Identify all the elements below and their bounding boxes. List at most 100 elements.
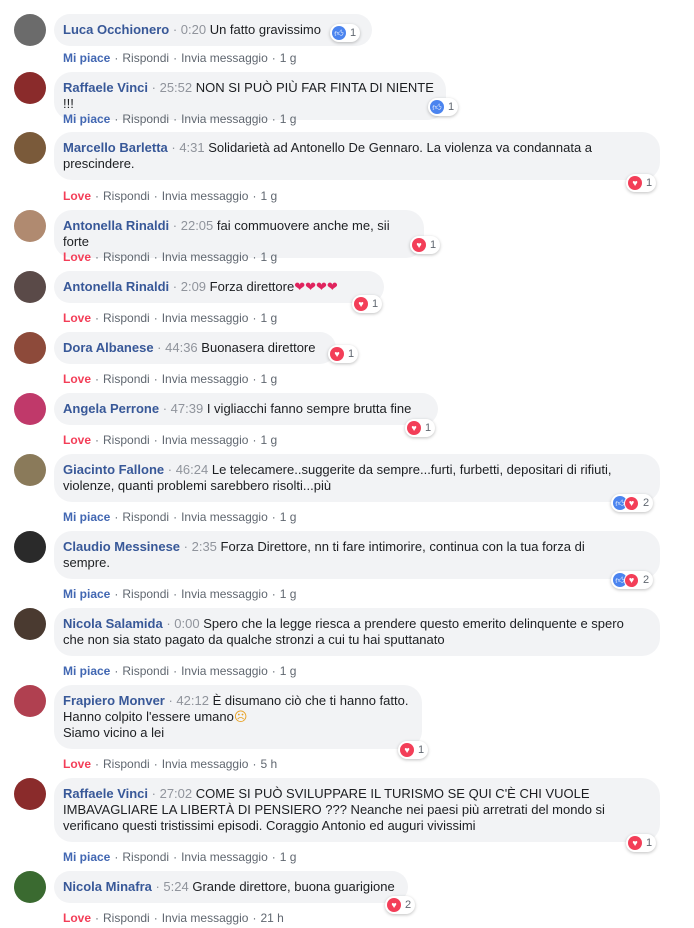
- comment-author[interactable]: Nicola Salamida: [63, 616, 163, 631]
- comment-timestamp[interactable]: 22:05: [181, 218, 214, 233]
- reaction-summary[interactable]: ♥ 2: [385, 896, 416, 914]
- avatar[interactable]: [14, 14, 46, 46]
- comment-timestamp[interactable]: 42:12: [176, 693, 209, 708]
- comment-timestamp[interactable]: 2:35: [192, 539, 217, 554]
- comment-age[interactable]: 1 g: [280, 112, 297, 126]
- reaction-summary[interactable]: ♥ 1: [352, 295, 383, 313]
- love-button[interactable]: Love: [63, 311, 91, 325]
- comment-age[interactable]: 1 g: [260, 433, 277, 447]
- avatar[interactable]: [14, 393, 46, 425]
- like-button[interactable]: Mi piace: [63, 112, 110, 126]
- send-message-button[interactable]: Invia messaggio: [162, 911, 249, 925]
- love-button[interactable]: Love: [63, 757, 91, 771]
- comment-author[interactable]: Nicola Minafra: [63, 879, 152, 894]
- reaction-summary[interactable]: ♥ 1: [626, 834, 657, 852]
- love-button[interactable]: Love: [63, 189, 91, 203]
- send-message-button[interactable]: Invia messaggio: [181, 510, 268, 524]
- reply-button[interactable]: Rispondi: [103, 911, 150, 925]
- send-message-button[interactable]: Invia messaggio: [181, 51, 268, 65]
- comment-age[interactable]: 1 g: [260, 372, 277, 386]
- send-message-button[interactable]: Invia messaggio: [162, 372, 249, 386]
- reply-button[interactable]: Rispondi: [122, 112, 169, 126]
- reaction-summary[interactable]: 👍︎ 1: [428, 98, 459, 116]
- comment-age[interactable]: 21 h: [260, 911, 283, 925]
- avatar[interactable]: [14, 271, 46, 303]
- avatar[interactable]: [14, 210, 46, 242]
- comment-timestamp[interactable]: 47:39: [171, 401, 204, 416]
- comment-author[interactable]: Claudio Messinese: [63, 539, 180, 554]
- reaction-summary[interactable]: ♥ 1: [328, 345, 359, 363]
- comment-author[interactable]: Raffaele Vinci: [63, 786, 148, 801]
- comment-age[interactable]: 1 g: [260, 250, 277, 264]
- comment-timestamp[interactable]: 44:36: [165, 340, 198, 355]
- reply-button[interactable]: Rispondi: [122, 664, 169, 678]
- comment-author[interactable]: Frapiero Monver: [63, 693, 165, 708]
- comment-timestamp[interactable]: 27:02: [160, 786, 193, 801]
- love-button[interactable]: Love: [63, 250, 91, 264]
- avatar[interactable]: [14, 72, 46, 104]
- love-button[interactable]: Love: [63, 433, 91, 447]
- reaction-summary[interactable]: ♥ 1: [405, 419, 436, 437]
- send-message-button[interactable]: Invia messaggio: [162, 311, 249, 325]
- comment-age[interactable]: 1 g: [260, 311, 277, 325]
- reply-button[interactable]: Rispondi: [103, 311, 150, 325]
- send-message-button[interactable]: Invia messaggio: [181, 112, 268, 126]
- comment-timestamp[interactable]: 46:24: [176, 462, 209, 477]
- send-message-button[interactable]: Invia messaggio: [181, 587, 268, 601]
- send-message-button[interactable]: Invia messaggio: [181, 664, 268, 678]
- comment-timestamp[interactable]: 5:24: [163, 879, 188, 894]
- reply-button[interactable]: Rispondi: [122, 510, 169, 524]
- like-button[interactable]: Mi piace: [63, 664, 110, 678]
- comment-timestamp[interactable]: 0:20: [181, 22, 206, 37]
- reply-button[interactable]: Rispondi: [122, 51, 169, 65]
- comment-age[interactable]: 1 g: [280, 664, 297, 678]
- reaction-summary[interactable]: ♥ 1: [626, 174, 657, 192]
- like-button[interactable]: Mi piace: [63, 587, 110, 601]
- send-message-button[interactable]: Invia messaggio: [162, 757, 249, 771]
- like-button[interactable]: Mi piace: [63, 51, 110, 65]
- comment-author[interactable]: Giacinto Fallone: [63, 462, 164, 477]
- reaction-summary[interactable]: 👍︎ 1: [330, 24, 361, 42]
- comment-timestamp[interactable]: 2:09: [181, 279, 206, 294]
- avatar[interactable]: [14, 454, 46, 486]
- like-button[interactable]: Mi piace: [63, 510, 110, 524]
- comment-timestamp[interactable]: 4:31: [179, 140, 204, 155]
- comment-author[interactable]: Marcello Barletta: [63, 140, 168, 155]
- reply-button[interactable]: Rispondi: [122, 850, 169, 864]
- avatar[interactable]: [14, 132, 46, 164]
- comment-author[interactable]: Raffaele Vinci: [63, 80, 148, 95]
- send-message-button[interactable]: Invia messaggio: [181, 850, 268, 864]
- reaction-summary[interactable]: ♥ 1: [398, 741, 429, 759]
- comment-timestamp[interactable]: 0:00: [174, 616, 199, 631]
- comment-author[interactable]: Dora Albanese: [63, 340, 154, 355]
- love-button[interactable]: Love: [63, 372, 91, 386]
- avatar[interactable]: [14, 871, 46, 903]
- avatar[interactable]: [14, 531, 46, 563]
- comment-age[interactable]: 1 g: [280, 510, 297, 524]
- love-button[interactable]: Love: [63, 911, 91, 925]
- comment-age[interactable]: 1 g: [280, 587, 297, 601]
- comment-author[interactable]: Angela Perrone: [63, 401, 159, 416]
- send-message-button[interactable]: Invia messaggio: [162, 433, 249, 447]
- reply-button[interactable]: Rispondi: [103, 757, 150, 771]
- comment-author[interactable]: Antonella Rinaldi: [63, 279, 169, 294]
- comment-age[interactable]: 1 g: [280, 850, 297, 864]
- avatar[interactable]: [14, 778, 46, 810]
- comment-age[interactable]: 1 g: [260, 189, 277, 203]
- avatar[interactable]: [14, 332, 46, 364]
- comment-age[interactable]: 5 h: [260, 757, 277, 771]
- reaction-summary[interactable]: ♥ 1: [410, 236, 441, 254]
- reply-button[interactable]: Rispondi: [103, 433, 150, 447]
- reply-button[interactable]: Rispondi: [103, 250, 150, 264]
- like-button[interactable]: Mi piace: [63, 850, 110, 864]
- reply-button[interactable]: Rispondi: [122, 587, 169, 601]
- avatar[interactable]: [14, 608, 46, 640]
- reaction-summary[interactable]: 👍︎ ♥ 2: [611, 571, 654, 589]
- reaction-summary[interactable]: 👍︎ ♥ 2: [611, 494, 654, 512]
- comment-author[interactable]: Antonella Rinaldi: [63, 218, 169, 233]
- comment-timestamp[interactable]: 25:52: [160, 80, 193, 95]
- send-message-button[interactable]: Invia messaggio: [162, 189, 249, 203]
- comment-age[interactable]: 1 g: [280, 51, 297, 65]
- reply-button[interactable]: Rispondi: [103, 189, 150, 203]
- avatar[interactable]: [14, 685, 46, 717]
